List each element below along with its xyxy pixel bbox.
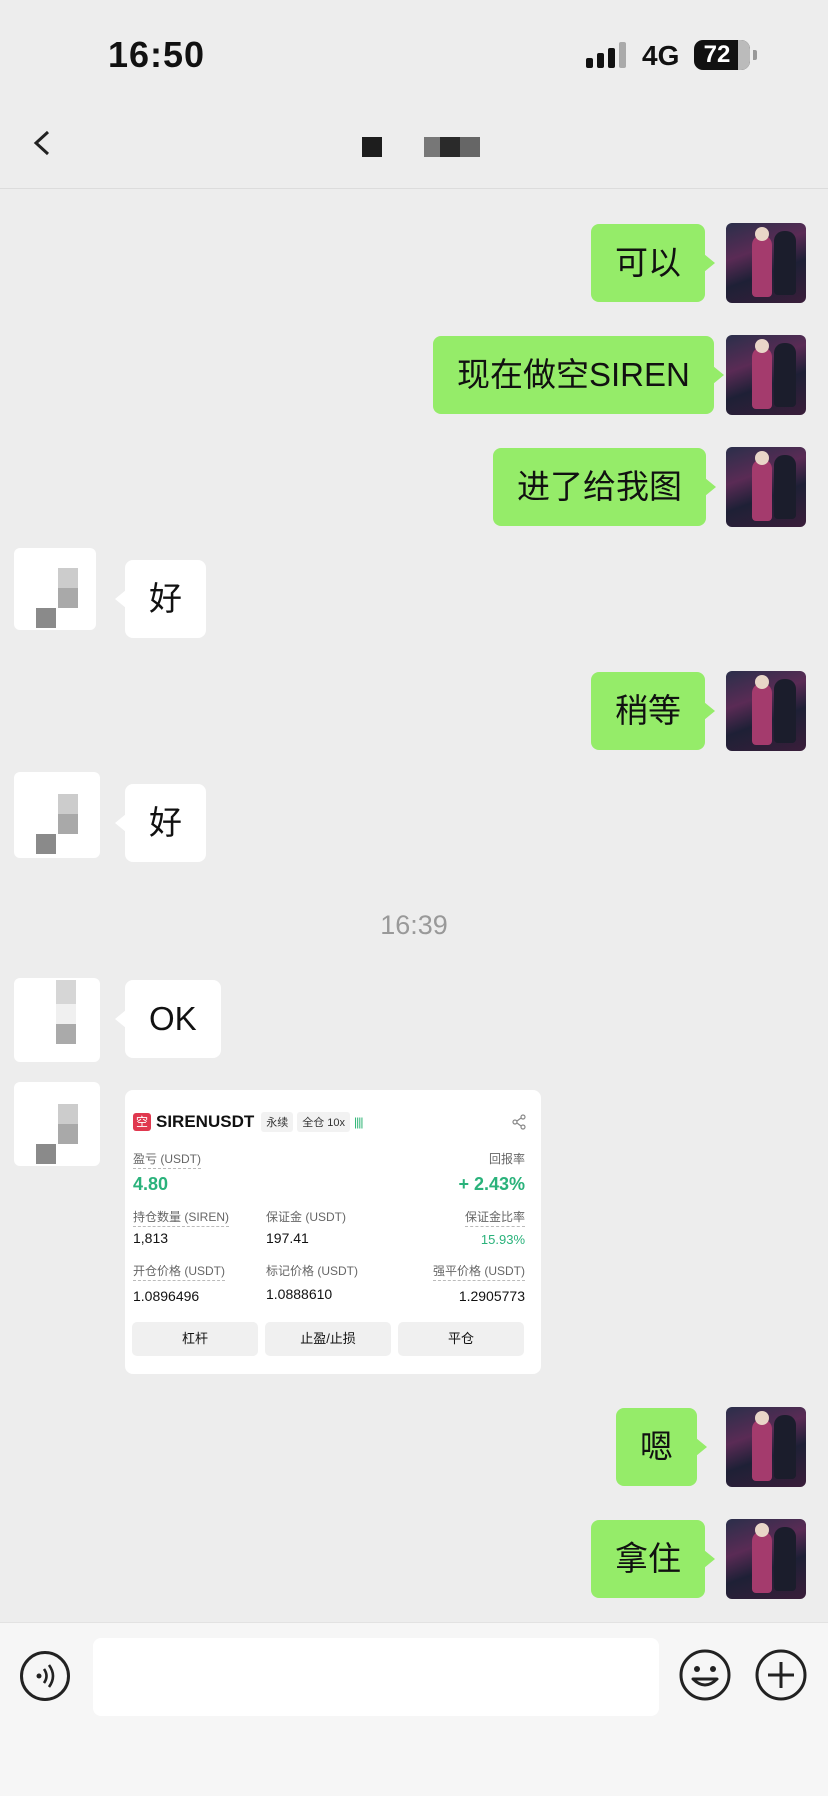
pnl-value: 4.80	[133, 1174, 169, 1194]
message-bubble[interactable]: 嗯	[616, 1408, 707, 1486]
margin-mode-tag: 全仓 10x	[297, 1112, 351, 1132]
status-bar: 16:50 4G 72	[0, 0, 828, 100]
roe-label: 回报率	[488, 1152, 525, 1166]
leverage-button: 杠杆	[132, 1322, 258, 1356]
symbol-name: SIRENUSDT	[156, 1112, 255, 1131]
signal-bars-icon: ||||	[354, 1115, 364, 1129]
my-avatar[interactable]	[726, 223, 806, 303]
margin-ratio-label: 保证金比率	[464, 1208, 525, 1227]
entry-price-label: 开仓价格 (USDT)	[133, 1262, 225, 1281]
battery-icon: 72	[694, 40, 757, 70]
message-bubble[interactable]: OK	[115, 980, 221, 1058]
position-screenshot-image[interactable]: 空 SIRENUSDT 永续 全仓 10x |||| 盈亏 (USDT) 4.8…	[125, 1090, 541, 1374]
message-bubble[interactable]: 可以	[591, 224, 715, 302]
message-input[interactable]	[93, 1638, 659, 1716]
message-bubble[interactable]: 好	[115, 560, 206, 638]
message-bubble[interactable]: 好	[115, 784, 206, 862]
close-position-button: 平仓	[398, 1322, 524, 1356]
plus-more-icon[interactable]	[754, 1648, 808, 1702]
qty-label: 持仓数量 (SIREN)	[133, 1208, 230, 1227]
battery-level: 72	[703, 41, 731, 68]
message-bubble[interactable]: 拿住	[591, 1520, 715, 1598]
contact-avatar-redacted[interactable]	[14, 548, 96, 630]
my-avatar[interactable]	[726, 671, 806, 751]
short-badge: 空	[133, 1113, 151, 1131]
contact-avatar-redacted[interactable]	[14, 772, 100, 858]
my-avatar[interactable]	[726, 1519, 806, 1599]
liq-price-value: 1.2905773	[458, 1288, 525, 1304]
chat-header	[0, 100, 828, 250]
message-bubble[interactable]: 进了给我图	[493, 448, 716, 526]
message-bubble[interactable]: 稍等	[591, 672, 715, 750]
margin-value: 197.41	[266, 1230, 309, 1246]
network-type: 4G	[642, 40, 680, 71]
mark-price-value: 1.0888610	[266, 1286, 333, 1302]
mark-price-label: 标记价格 (USDT)	[266, 1264, 358, 1278]
status-time: 16:50	[108, 34, 206, 75]
chat-input-bar	[0, 1622, 828, 1796]
back-arrow-icon[interactable]	[30, 130, 56, 156]
position-header: 空 SIRENUSDT 永续 全仓 10x ||||	[133, 1112, 364, 1132]
tp-sl-button: 止盈/止损	[265, 1322, 391, 1356]
emoji-icon[interactable]	[678, 1648, 732, 1702]
voice-input-icon[interactable]	[20, 1651, 70, 1701]
perpetual-tag: 永续	[261, 1112, 294, 1132]
entry-price-value: 1.0896496	[133, 1288, 200, 1304]
my-avatar[interactable]	[726, 335, 806, 415]
share-icon	[512, 1114, 526, 1130]
cellular-signal-icon	[586, 42, 630, 68]
margin-label: 保证金 (USDT)	[266, 1210, 346, 1224]
qty-value: 1,813	[133, 1230, 169, 1246]
roe-value: + 2.43%	[458, 1174, 525, 1194]
message-bubble[interactable]: 现在做空SIREN	[433, 336, 724, 414]
timestamp-divider: 16:39	[380, 910, 448, 940]
margin-ratio-value: 15.93%	[480, 1232, 525, 1247]
my-avatar[interactable]	[726, 1407, 806, 1487]
contact-avatar-redacted[interactable]	[14, 1082, 100, 1166]
liq-price-label: 强平价格 (USDT)	[433, 1262, 525, 1281]
pnl-label: 盈亏 (USDT)	[133, 1150, 201, 1169]
contact-avatar-redacted[interactable]	[14, 978, 100, 1062]
my-avatar[interactable]	[726, 447, 806, 527]
